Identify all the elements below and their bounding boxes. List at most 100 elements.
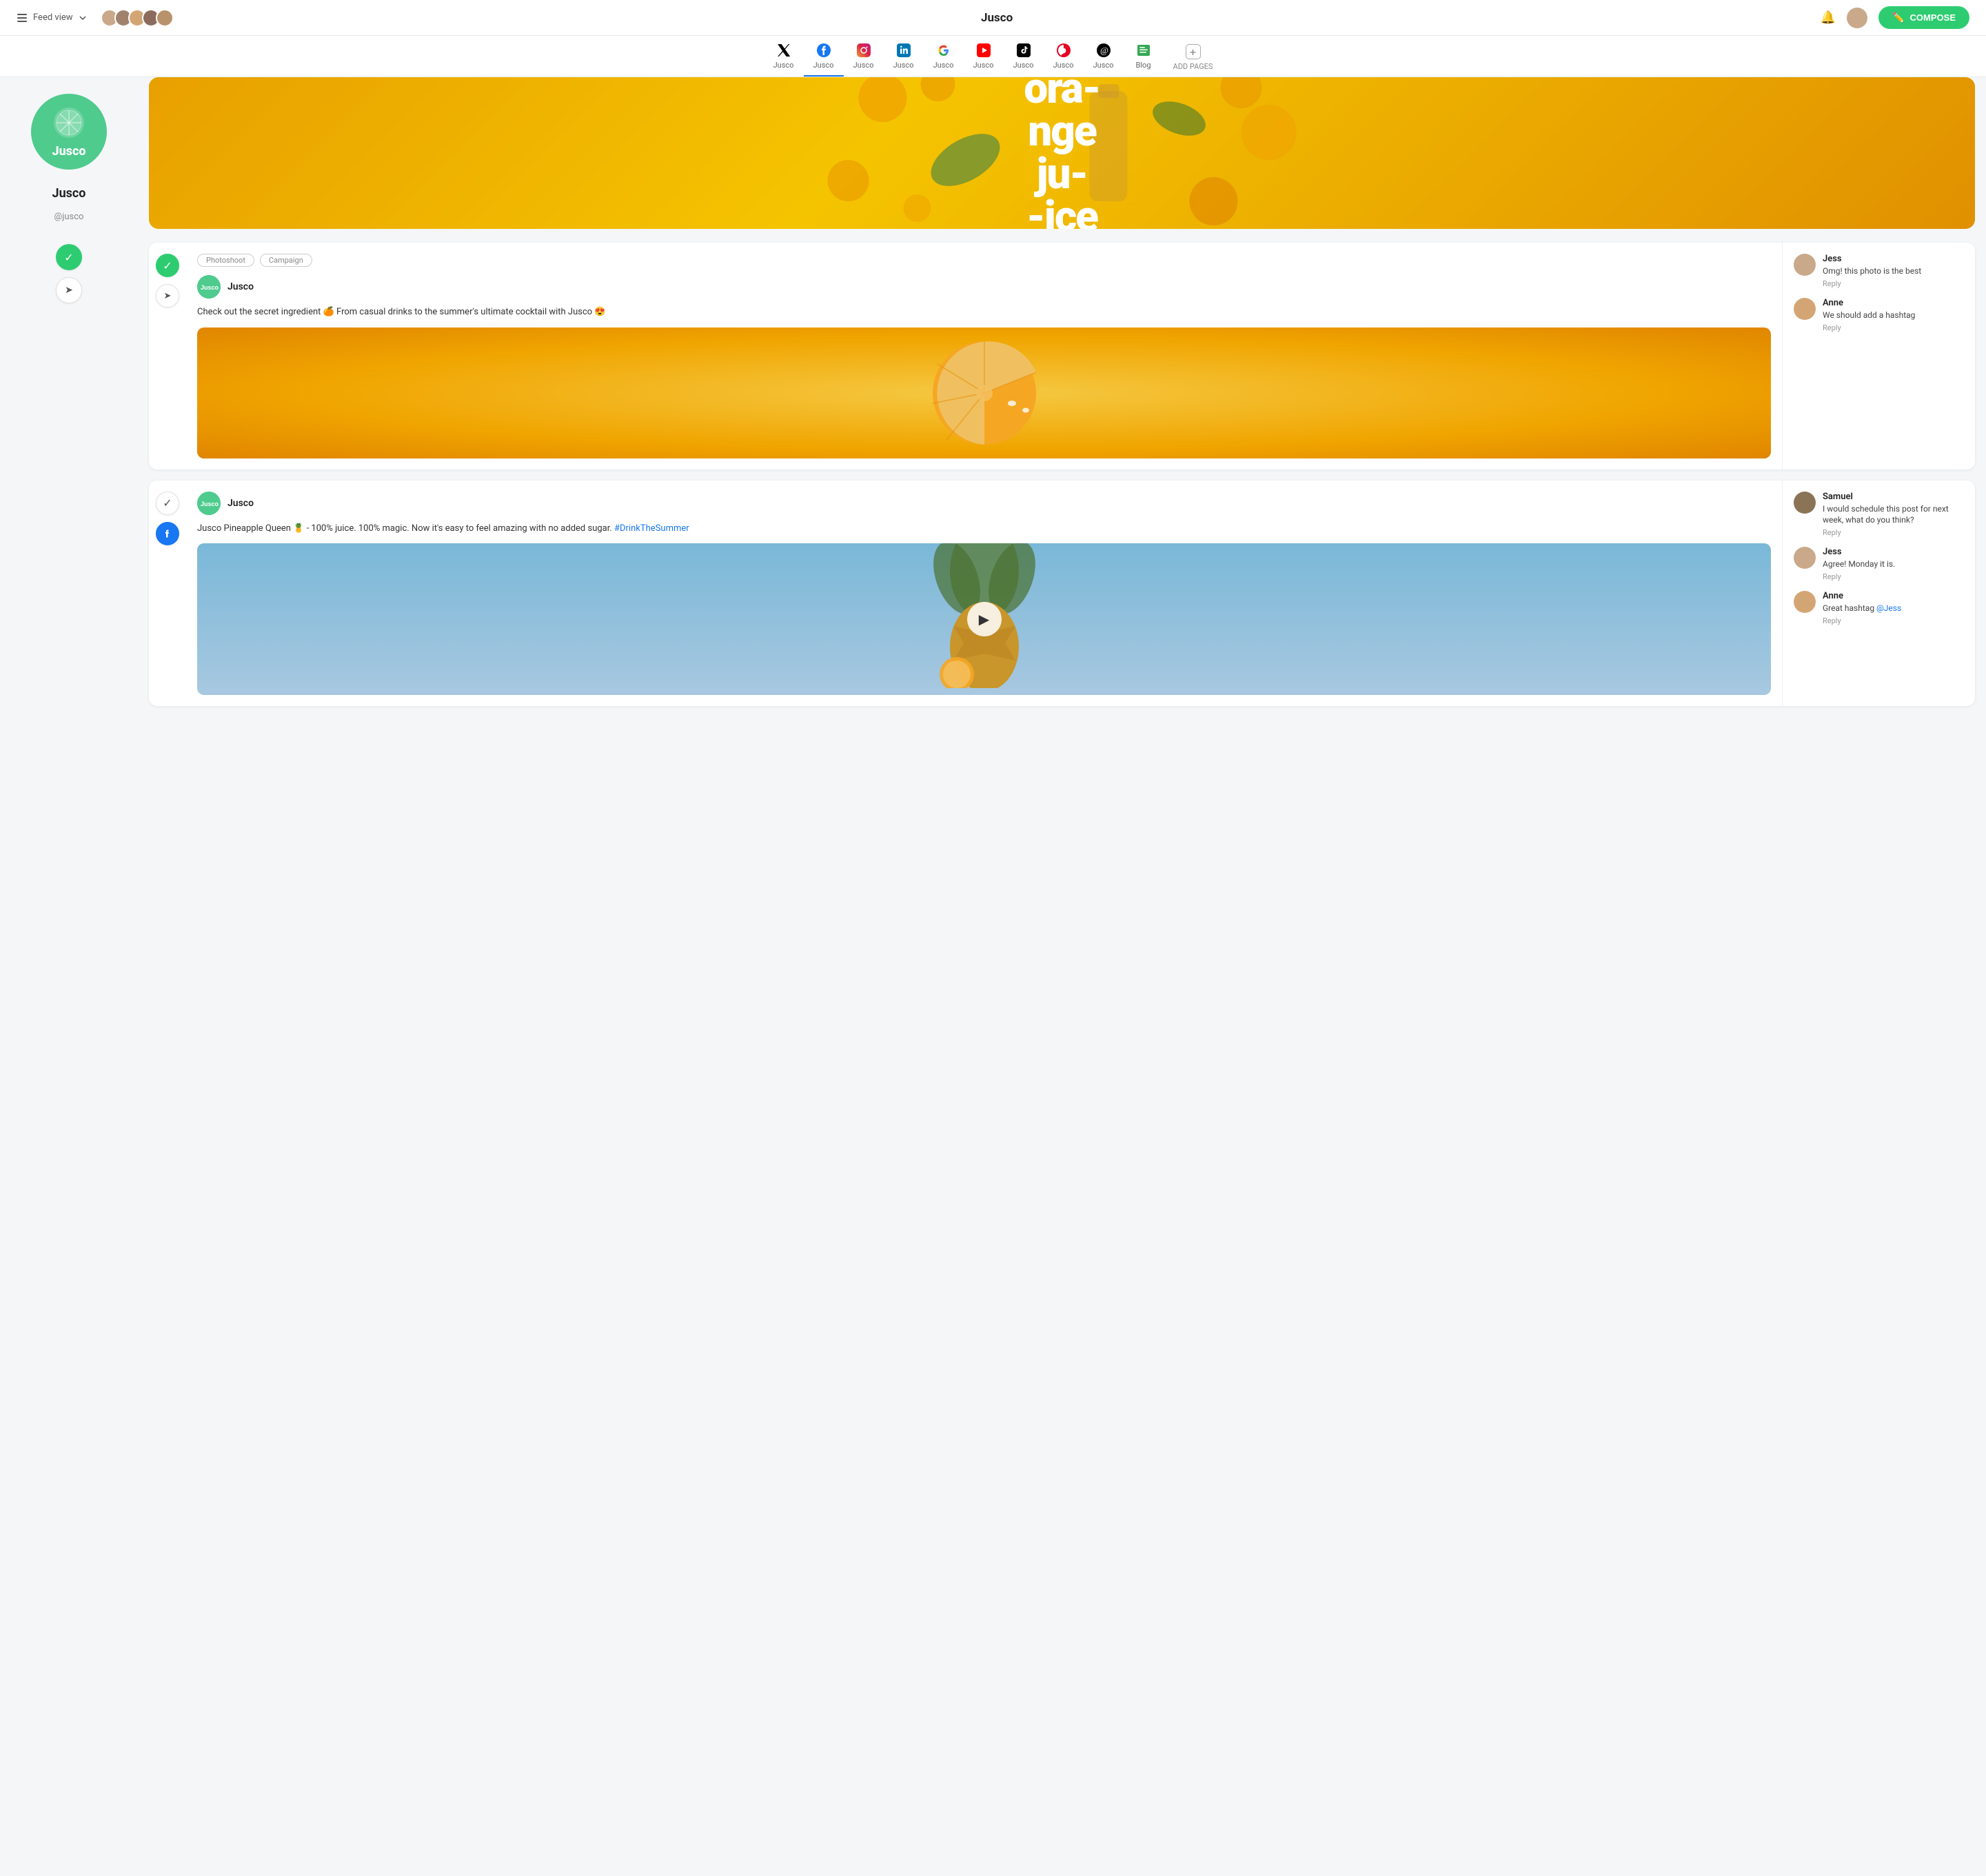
post-1-tags: Photoshoot Campaign bbox=[197, 254, 1771, 267]
sidebar-actions: ✓ ➤ bbox=[56, 244, 82, 303]
feed-view-toggle[interactable]: Feed view bbox=[17, 9, 174, 27]
comment-body-jess-1: Jess Omg! this photo is the best Reply bbox=[1823, 254, 1964, 288]
tag-campaign[interactable]: Campaign bbox=[260, 254, 312, 267]
play-button[interactable]: ▶ bbox=[967, 602, 1002, 636]
post-2-approve-button[interactable]: ✓ bbox=[156, 492, 179, 515]
brand-handle: @jusco bbox=[54, 212, 84, 222]
tab-instagram[interactable]: Jusco bbox=[844, 36, 884, 77]
brand-name: Jusco bbox=[52, 186, 86, 201]
approve-action-button[interactable]: ✓ bbox=[56, 244, 82, 270]
add-pages-label: ADD PAGES bbox=[1173, 62, 1213, 71]
app-title: Jusco bbox=[981, 11, 1013, 25]
post-2-avatar: Jusco bbox=[197, 492, 221, 515]
tab-facebook-label: Jusco bbox=[813, 61, 834, 70]
pencil-icon: ✏️ bbox=[1892, 12, 1904, 23]
commenter-name-samuel: Samuel bbox=[1823, 492, 1964, 502]
post-1-author: Jusco bbox=[227, 281, 254, 292]
reply-link-anne-1[interactable]: Reply bbox=[1823, 323, 1964, 332]
comment-avatar-samuel bbox=[1794, 492, 1816, 514]
send-action-button[interactable]: ➤ bbox=[56, 277, 82, 303]
comment-text-anne-1: We should add a hashtag bbox=[1823, 310, 1964, 321]
post-2-hashtag: #DrinkTheSummer bbox=[614, 523, 689, 534]
post-2-header: Jusco Jusco bbox=[197, 492, 1771, 515]
logo-text: Jusco bbox=[52, 144, 86, 159]
tab-youtube[interactable]: Jusco bbox=[964, 36, 1004, 77]
tab-youtube-label: Jusco bbox=[973, 61, 994, 70]
team-avatar-5 bbox=[156, 9, 174, 27]
pineapple-video-image: ▶ bbox=[197, 543, 1771, 695]
comment-anne-1: Anne We should add a hashtag Reply bbox=[1794, 298, 1964, 332]
comment-body-samuel: Samuel I would schedule this post for ne… bbox=[1823, 492, 1964, 538]
commenter-name-anne-2: Anne bbox=[1823, 591, 1964, 601]
facebook-icon bbox=[816, 43, 831, 58]
brand-logo-inner: Jusco bbox=[52, 105, 86, 159]
post-card-1: ✓ ➤ Photoshoot Campaign Jusco bbox=[149, 243, 1975, 470]
topbar: Feed view Jusco 🔔 ✏️ COMPOSE bbox=[0, 0, 1986, 36]
reply-link-samuel[interactable]: Reply bbox=[1823, 528, 1964, 537]
sidebar: Jusco Jusco @jusco ✓ ➤ bbox=[0, 77, 138, 1876]
post-card-2-layout: ✓ Jusco Jusco Jusco Pineapple Queen 🍍 - … bbox=[149, 481, 1975, 707]
topbar-right-actions: 🔔 ✏️ COMPOSE bbox=[1821, 6, 1969, 29]
main-layout: Jusco Jusco @jusco ✓ ➤ bbox=[0, 77, 1986, 1876]
compose-button[interactable]: ✏️ COMPOSE bbox=[1878, 6, 1969, 29]
compose-label: COMPOSE bbox=[1910, 12, 1956, 23]
reply-link-anne-2[interactable]: Reply bbox=[1823, 616, 1964, 625]
tab-linkedin[interactable]: Jusco bbox=[884, 36, 924, 77]
tab-pinterest-label: Jusco bbox=[1053, 61, 1074, 70]
tab-tiktok[interactable]: Jusco bbox=[1004, 36, 1044, 77]
tab-facebook[interactable]: Jusco bbox=[804, 36, 844, 77]
comment-text-jess-2: Agree! Monday it is. bbox=[1823, 558, 1964, 570]
tag-photoshoot[interactable]: Photoshoot bbox=[197, 254, 254, 267]
hero-banner-text: ora- nge ju- -ice bbox=[1024, 77, 1100, 229]
add-pages-button[interactable]: + ADD PAGES bbox=[1164, 37, 1223, 77]
tab-pinterest[interactable]: Jusco bbox=[1044, 36, 1084, 77]
youtube-icon bbox=[976, 43, 991, 58]
hero-text-line3: ju- bbox=[1024, 153, 1100, 196]
post-1-main: Photoshoot Campaign Jusco Jusco Check ou… bbox=[186, 243, 1782, 470]
google-icon bbox=[936, 43, 951, 58]
send-icon: ➤ bbox=[164, 291, 172, 301]
check-icon: ✓ bbox=[64, 251, 73, 264]
comment-text-anne-2: Great hashtag @Jess bbox=[1823, 603, 1964, 614]
comment-text-jess-1: Omg! this photo is the best bbox=[1823, 265, 1964, 277]
hero-text-line1: ora- bbox=[1024, 77, 1100, 110]
notifications-bell-icon[interactable]: 🔔 bbox=[1821, 10, 1836, 25]
platform-tabs: Jusco Jusco Jusco Jusco Jusco Jusco bbox=[0, 36, 1986, 77]
reply-link-jess-2[interactable]: Reply bbox=[1823, 572, 1964, 581]
post-1-send-button[interactable]: ➤ bbox=[156, 284, 179, 307]
user-profile-avatar[interactable] bbox=[1847, 8, 1867, 28]
post-1-text: Check out the secret ingredient 🍊 From c… bbox=[197, 305, 1771, 319]
twitter-icon bbox=[776, 43, 791, 58]
pinterest-icon bbox=[1056, 43, 1071, 58]
chevron-down-icon bbox=[79, 14, 87, 22]
hero-banner: ora- nge ju- -ice bbox=[149, 77, 1975, 229]
tab-google[interactable]: Jusco bbox=[924, 36, 964, 77]
tab-blog[interactable]: Blog bbox=[1124, 36, 1164, 77]
post-1-avatar: Jusco bbox=[197, 275, 221, 299]
post-2-text: Jusco Pineapple Queen 🍍 - 100% juice. 10… bbox=[197, 522, 1771, 536]
comment-avatar-jess-2 bbox=[1794, 547, 1816, 569]
send-icon: ➤ bbox=[65, 285, 73, 296]
feed-view-label: Feed view bbox=[33, 12, 73, 23]
post-2-fb-button[interactable] bbox=[156, 522, 179, 545]
post-2-main: Jusco Jusco Jusco Pineapple Queen 🍍 - 10… bbox=[186, 481, 1782, 707]
post-2-image: ▶ bbox=[197, 543, 1771, 695]
reply-link-jess-1[interactable]: Reply bbox=[1823, 279, 1964, 288]
comment-avatar-jess-1 bbox=[1794, 254, 1816, 276]
post-2-actions: ✓ bbox=[149, 481, 186, 707]
tab-threads-label: Jusco bbox=[1093, 61, 1114, 70]
tab-google-label: Jusco bbox=[933, 61, 954, 70]
blog-icon bbox=[1136, 43, 1151, 58]
tab-twitter[interactable]: Jusco bbox=[764, 36, 804, 77]
check-icon: ✓ bbox=[163, 496, 172, 510]
tab-threads[interactable]: @ Jusco bbox=[1084, 36, 1124, 77]
post-1-approve-button[interactable]: ✓ bbox=[156, 254, 179, 277]
post-2-author: Jusco bbox=[227, 498, 254, 509]
comment-body-anne-2: Anne Great hashtag @Jess Reply bbox=[1823, 591, 1964, 625]
post-card-1-layout: ✓ ➤ Photoshoot Campaign Jusco bbox=[149, 243, 1975, 470]
svg-text:@: @ bbox=[1100, 46, 1108, 56]
tab-instagram-label: Jusco bbox=[853, 61, 874, 70]
tiktok-icon bbox=[1016, 43, 1031, 58]
logo-citrus-icon bbox=[52, 105, 86, 143]
comment-jess-2: Jess Agree! Monday it is. Reply bbox=[1794, 547, 1964, 581]
